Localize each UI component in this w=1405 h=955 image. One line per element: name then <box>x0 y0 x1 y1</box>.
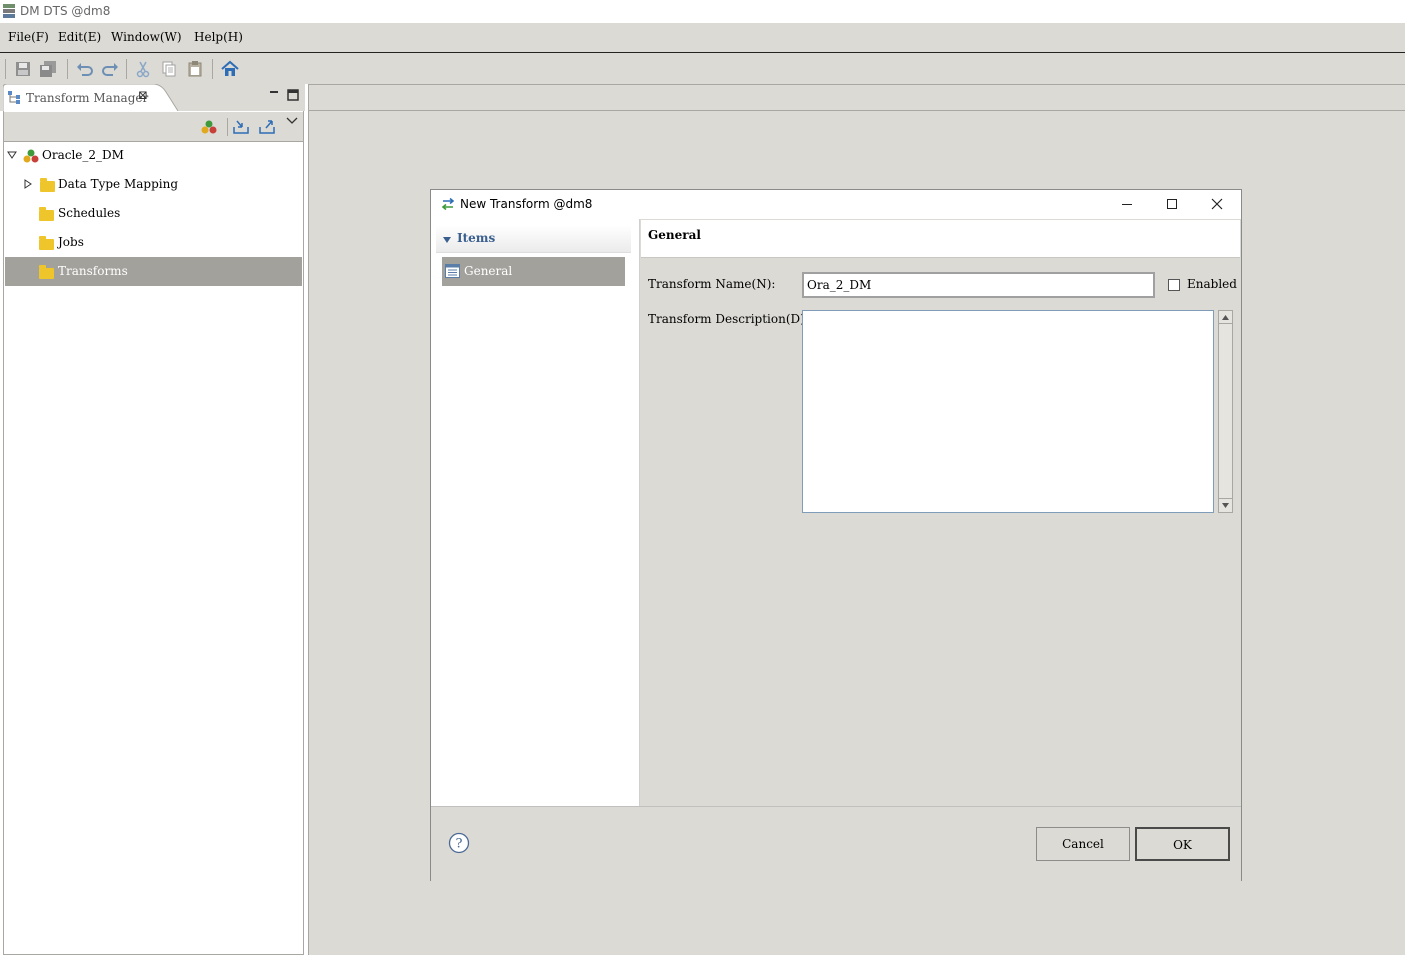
editor-tab-bar <box>309 84 1405 111</box>
page-header: General <box>641 220 1240 258</box>
tree-item-label: Schedules <box>58 206 121 220</box>
tree-item-label: Data Type Mapping <box>58 177 178 191</box>
export-icon[interactable] <box>258 119 276 135</box>
minimize-icon[interactable] <box>1121 198 1133 210</box>
connection-icon[interactable] <box>201 120 217 135</box>
transform-manager-icon <box>8 91 20 104</box>
toolbar-separator <box>126 59 127 79</box>
page-title: General <box>648 228 701 242</box>
maximize-icon[interactable] <box>1166 198 1178 210</box>
expand-triangle-icon[interactable] <box>24 179 32 189</box>
dialog-nav-panel <box>431 219 640 806</box>
app-icon <box>3 4 15 18</box>
scroll-up-icon[interactable] <box>1221 314 1230 322</box>
tree-item-label: Transforms <box>58 264 128 278</box>
close-icon[interactable]: ⊠ <box>138 88 148 102</box>
tree-item-schedules[interactable]: Schedules <box>5 199 302 228</box>
toolbar-separator <box>5 59 6 79</box>
tree-item-transforms[interactable]: Transforms <box>5 257 302 286</box>
cancel-button[interactable]: Cancel <box>1036 827 1130 861</box>
save-icon[interactable] <box>14 60 32 78</box>
transform-name-input[interactable] <box>802 272 1155 298</box>
home-icon[interactable] <box>221 60 239 78</box>
svg-text:?: ? <box>456 837 463 852</box>
menu-edit[interactable]: Edit(E) <box>58 30 101 44</box>
transform-name-label: Transform Name(N): <box>648 277 776 291</box>
nav-item-label: General <box>464 264 513 278</box>
transform-arrows-icon <box>441 198 455 210</box>
nav-section-header[interactable]: Items <box>436 225 631 253</box>
folder-icon <box>39 207 54 221</box>
menu-bar: File(F) Edit(E) Window(W) Help(H) <box>0 23 1405 53</box>
tree-item-label: Jobs <box>58 235 84 249</box>
paste-icon[interactable] <box>186 60 204 78</box>
toolbar-separator <box>212 59 213 79</box>
tree-item-oracle-2-dm[interactable]: Oracle_2_DM <box>5 141 302 170</box>
collapse-triangle-icon[interactable] <box>7 151 17 159</box>
nav-section-label: Items <box>457 231 496 245</box>
transform-description-textarea[interactable] <box>802 310 1214 513</box>
description-scrollbar[interactable] <box>1218 310 1233 513</box>
import-icon[interactable] <box>232 119 250 135</box>
nav-item-general[interactable]: General <box>442 257 625 286</box>
menu-window[interactable]: Window(W) <box>111 30 182 44</box>
connection-icon <box>23 149 39 163</box>
folder-icon <box>39 265 54 279</box>
menu-help[interactable]: Help(H) <box>194 30 243 44</box>
main-toolbar <box>0 53 1405 84</box>
window-title: DM DTS @dm8 <box>20 4 111 18</box>
enabled-checkbox[interactable] <box>1168 279 1180 291</box>
scroll-down-icon[interactable] <box>1221 502 1230 510</box>
transform-description-label: Transform Description(D): <box>648 312 809 326</box>
dialog-titlebar: New Transform @dm8 <box>431 190 1241 219</box>
window-titlebar: DM DTS @dm8 <box>0 0 1405 23</box>
general-page-icon <box>445 264 460 278</box>
toolbar-separator <box>67 59 68 79</box>
minimize-view-icon[interactable] <box>268 88 280 98</box>
scrollbar-divider <box>1219 498 1232 499</box>
close-icon[interactable] <box>1211 198 1223 210</box>
folder-icon <box>40 178 55 192</box>
tree-item-label: Oracle_2_DM <box>42 148 124 162</box>
maximize-view-icon[interactable] <box>287 89 299 101</box>
cut-icon[interactable] <box>134 60 152 78</box>
view-menu-chevron-down-icon[interactable] <box>286 117 298 125</box>
folder-icon <box>39 236 54 250</box>
view-tab-label[interactable]: Transform Manager <box>26 91 148 105</box>
save-all-icon[interactable] <box>39 60 57 78</box>
help-icon[interactable]: ? <box>448 832 470 854</box>
scrollbar-divider <box>1219 323 1232 324</box>
redo-icon[interactable] <box>101 60 119 78</box>
copy-icon[interactable] <box>160 60 178 78</box>
view-toolbar <box>4 112 303 142</box>
menu-file[interactable]: File(F) <box>8 30 49 44</box>
dialog-title: New Transform @dm8 <box>460 197 593 211</box>
tree-item-data-type-mapping[interactable]: Data Type Mapping <box>5 170 302 199</box>
ok-button[interactable]: OK <box>1135 827 1230 861</box>
undo-icon[interactable] <box>76 60 94 78</box>
toolbar-separator <box>227 118 228 136</box>
section-chevron-down-icon[interactable] <box>443 237 451 243</box>
tree-item-jobs[interactable]: Jobs <box>5 228 302 257</box>
enabled-label: Enabled <box>1187 277 1237 291</box>
